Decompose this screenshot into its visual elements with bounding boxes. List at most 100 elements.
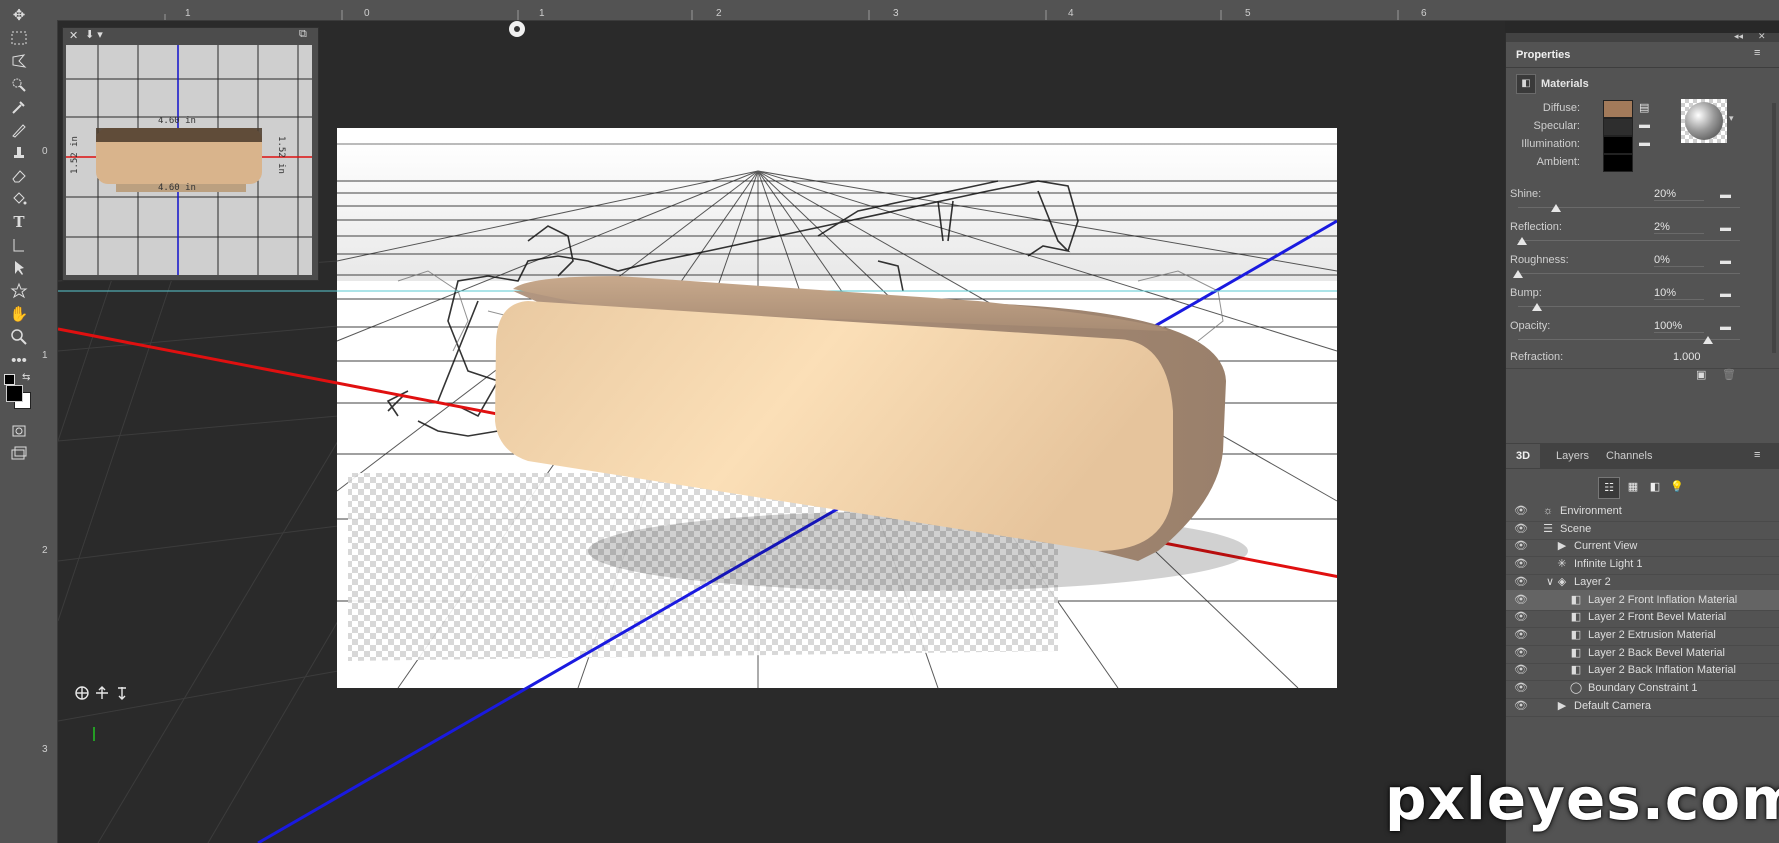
marquee-tool-icon[interactable]	[6, 27, 32, 49]
ruler-label: 3	[42, 744, 48, 755]
texture-folder-icon[interactable]: ▬	[1720, 189, 1734, 201]
move-tool-icon[interactable]: ✥	[6, 4, 32, 26]
slider-value[interactable]: 20%	[1654, 188, 1704, 201]
slider-track[interactable]	[1518, 240, 1740, 241]
brush-tool-icon[interactable]	[6, 119, 32, 141]
slider-label: Roughness:	[1510, 254, 1569, 266]
more-tools-icon[interactable]: •••	[6, 349, 32, 371]
dimension-label-top: 4.60 in	[158, 116, 196, 126]
ambient-label: Ambient:	[1536, 156, 1580, 168]
filter-meshes-icon[interactable]: ▦	[1624, 478, 1642, 496]
close-panel-icon[interactable]: ✕	[1758, 31, 1766, 42]
ruler-label: 5	[1245, 8, 1251, 19]
panel-menu-icon[interactable]: ≡	[1754, 47, 1760, 59]
ambient-color-swatch[interactable]	[1603, 154, 1633, 172]
secondary-view-panel: ✕ ⬇ ▾ ⧉ 4.60 in 4.60 in 1.52 in 1.52 in	[62, 27, 319, 281]
specular-color-swatch[interactable]	[1603, 118, 1633, 136]
clone-stamp-tool-icon[interactable]	[6, 142, 32, 164]
refraction-value[interactable]: 1.000	[1673, 351, 1701, 363]
slider-knob[interactable]	[1703, 336, 1713, 344]
default-colors-icon[interactable]	[4, 374, 15, 385]
slider-value[interactable]: 10%	[1654, 287, 1704, 300]
dimension-label-left: 1.52 in	[69, 136, 80, 174]
scene-tree-item[interactable]: 👁 ▶ Default Camera	[1506, 696, 1779, 717]
camera-icon: ▶	[1557, 699, 1567, 712]
hand-tool-icon[interactable]: ✋	[6, 303, 32, 325]
pan-3d-camera-icon[interactable]	[96, 686, 108, 699]
secondary-view-canvas[interactable]: 4.60 in 4.60 in 1.52 in 1.52 in	[66, 45, 312, 275]
slider-label: Reflection:	[1510, 221, 1562, 233]
close-icon[interactable]: ✕	[69, 29, 78, 42]
texture-folder-icon[interactable]: ▬	[1720, 321, 1734, 333]
filter-materials-icon[interactable]: ◧	[1646, 478, 1664, 496]
tab-3d[interactable]: 3D	[1506, 444, 1541, 468]
materials-icon: ◧	[1516, 74, 1536, 94]
slider-knob[interactable]	[1551, 204, 1561, 212]
screen-mode-icon[interactable]	[6, 443, 32, 465]
slider-knob[interactable]	[1513, 270, 1523, 278]
path-selection-tool-icon[interactable]	[6, 234, 32, 256]
ruler-label: 1	[185, 8, 191, 19]
ruler-label: 2	[716, 8, 722, 19]
slider-track[interactable]	[1518, 273, 1740, 274]
slider-value[interactable]: 2%	[1654, 221, 1704, 234]
paint-bucket-tool-icon[interactable]	[6, 188, 32, 210]
slider-value[interactable]: 100%	[1654, 320, 1704, 333]
visibility-eye-icon[interactable]: 👁	[1513, 696, 1529, 716]
ruler-label: 0	[42, 146, 48, 157]
ruler-label: 1	[539, 8, 545, 19]
eraser-tool-icon[interactable]	[6, 165, 32, 187]
diffuse-texture-icon[interactable]: ▤	[1639, 101, 1653, 114]
foreground-color-swatch[interactable]	[6, 385, 23, 402]
illumination-label: Illumination:	[1521, 138, 1580, 150]
type-tool-icon[interactable]: T	[6, 211, 32, 233]
slider-knob[interactable]	[1516, 237, 1527, 245]
texture-folder-icon[interactable]: ▬	[1720, 222, 1734, 234]
illumination-color-swatch[interactable]	[1603, 136, 1633, 154]
texture-folder-icon[interactable]: ▬	[1720, 288, 1734, 300]
swap-view-icon[interactable]: ⧉	[299, 28, 307, 41]
panel-menu-icon[interactable]: ≡	[1754, 449, 1760, 461]
texture-folder-icon[interactable]: ▬	[1720, 255, 1734, 267]
slider-track[interactable]	[1518, 306, 1740, 307]
slider-label: Opacity:	[1510, 320, 1551, 332]
swap-colors-icon[interactable]: ⇆	[22, 372, 30, 383]
filter-lights-icon[interactable]: 💡	[1668, 478, 1686, 496]
direct-selection-tool-icon[interactable]	[6, 257, 32, 279]
horizontal-ruler: 1 0 1 2 3 4 5 6	[37, 0, 1779, 21]
new-texture-icon[interactable]: ▣	[1696, 368, 1706, 381]
scene-tree-item-label: Default Camera	[1574, 699, 1652, 712]
slider-value[interactable]: 0%	[1654, 254, 1704, 267]
zoom-tool-icon[interactable]	[6, 326, 32, 348]
tab-channels[interactable]: Channels	[1596, 444, 1662, 468]
diffuse-color-swatch[interactable]	[1603, 100, 1633, 118]
tab-layers[interactable]: Layers	[1546, 444, 1599, 468]
ruler-label: 0	[364, 8, 370, 19]
slider-label: Shine:	[1510, 188, 1542, 200]
specular-folder-icon[interactable]: ▬	[1639, 119, 1653, 131]
tab-properties[interactable]: Properties	[1506, 43, 1581, 67]
custom-shape-tool-icon[interactable]	[6, 280, 32, 302]
refraction-label: Refraction:	[1510, 351, 1564, 363]
quick-selection-tool-icon[interactable]	[6, 73, 32, 95]
eyedropper-tool-icon[interactable]	[6, 96, 32, 118]
delete-icon[interactable]: 🗑	[1722, 368, 1736, 381]
illumination-folder-icon[interactable]: ▬	[1639, 137, 1653, 149]
tools-panel: ✥ T ✋ ••• ⇆	[0, 0, 38, 843]
collapse-icon[interactable]: ◂◂	[1734, 31, 1743, 42]
material-preview[interactable]	[1681, 99, 1727, 143]
dimension-label-bottom: 4.60 in	[158, 183, 196, 193]
filter-whole-scene-icon[interactable]: ☷	[1598, 477, 1620, 499]
ruler-label: 6	[1421, 8, 1427, 19]
specular-label: Specular:	[1533, 120, 1580, 132]
lasso-tool-icon[interactable]	[6, 50, 32, 72]
quick-mask-icon[interactable]	[6, 420, 32, 442]
section-title: Materials	[1541, 78, 1589, 90]
panel-scrollbar[interactable]	[1772, 103, 1776, 353]
slider-knob[interactable]	[1532, 303, 1542, 311]
material-picker-chevron-icon[interactable]: ▾	[1729, 113, 1734, 124]
ruler-label: 1	[42, 350, 48, 361]
dolly-3d-camera-icon[interactable]	[118, 687, 126, 700]
properties-panel: ◂◂ ✕ Properties ≡ ◧ Materials Diffuse: ▤…	[1505, 31, 1779, 443]
view-dropdown-icon[interactable]: ⬇ ▾	[85, 28, 103, 41]
